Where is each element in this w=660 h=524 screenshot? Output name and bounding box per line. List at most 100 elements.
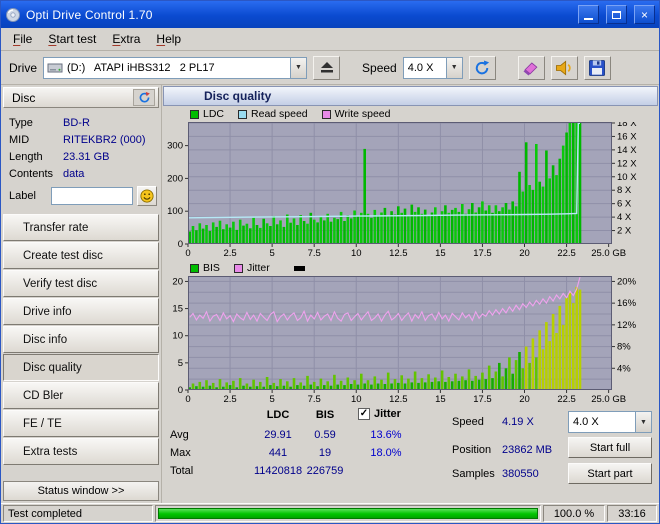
- svg-text:0: 0: [178, 385, 183, 396]
- legend-label: BIS: [203, 262, 220, 274]
- svg-text:25.0 GB: 25.0 GB: [591, 248, 626, 258]
- sidebar-item-disc-quality[interactable]: Disc quality: [3, 354, 159, 381]
- field-label: MID: [9, 133, 30, 146]
- svg-text:12%: 12%: [617, 320, 637, 331]
- content: Disc Type BD-R MID RITEKBR2 (000) Length 23.3…: [1, 85, 659, 503]
- field-value: data: [63, 167, 85, 180]
- maximize-button[interactable]: [606, 5, 627, 24]
- position-label: Position: [452, 444, 492, 456]
- svg-text:12 X: 12 X: [617, 158, 637, 169]
- legend-swatch-icon: [233, 263, 243, 273]
- svg-text:10: 10: [172, 331, 183, 342]
- test-speed-select[interactable]: 4.0 X ▼: [568, 411, 652, 433]
- start-part-button[interactable]: Start part: [568, 463, 652, 484]
- stats-row-label: Max: [170, 447, 191, 459]
- jitter-checkbox[interactable]: ✓ Jitter: [358, 408, 401, 420]
- toolbar: Drive (D:) ATAPI iHBS312 2 PL17 ▼ Speed …: [1, 51, 659, 85]
- chart2-legend: BIS Jitter: [190, 262, 305, 274]
- ldc-speed-chart: 01002003002 X4 X6 X8 X10 X12 X14 X16 X18…: [167, 122, 637, 258]
- position-marker-icon: [293, 265, 305, 271]
- result-speed-label: Speed: [452, 416, 484, 428]
- start-full-button[interactable]: Start full: [568, 437, 652, 458]
- svg-text:4 X: 4 X: [617, 212, 632, 223]
- svg-text:2.5: 2.5: [223, 248, 236, 258]
- samples-value: 380550: [502, 468, 539, 480]
- field-value: RITEKBR2 (000): [63, 133, 146, 146]
- menu-item-file[interactable]: File: [5, 29, 40, 49]
- sidebar-item-drive-info[interactable]: Drive info: [3, 298, 159, 325]
- svg-text:22.5: 22.5: [557, 394, 576, 404]
- smiley-icon: [140, 189, 154, 203]
- svg-text:20: 20: [519, 248, 530, 258]
- disc-label-input[interactable]: [51, 187, 134, 205]
- legend-label: Read speed: [251, 108, 308, 120]
- svg-text:200: 200: [167, 173, 183, 184]
- speed-select[interactable]: 4.0 X ▼: [402, 56, 463, 79]
- svg-text:18 X: 18 X: [617, 122, 637, 129]
- legend-label: Write speed: [334, 108, 391, 120]
- refresh-button[interactable]: [468, 55, 496, 80]
- stats-row-label: Total: [170, 465, 194, 477]
- close-button[interactable]: ×: [634, 5, 655, 24]
- svg-text:5: 5: [269, 394, 274, 404]
- erase-disc-button[interactable]: [517, 55, 545, 80]
- disc-field-length: Length 23.31 GB: [9, 148, 159, 165]
- svg-text:10 X: 10 X: [617, 172, 637, 183]
- svg-text:6 X: 6 X: [617, 199, 632, 210]
- svg-text:22.5: 22.5: [557, 248, 576, 258]
- legend-label: Jitter: [246, 262, 270, 274]
- menu-item-extra[interactable]: Extra: [104, 29, 148, 49]
- sidebar-item-transfer-rate[interactable]: Transfer rate: [3, 214, 159, 241]
- legend-jitter: Jitter: [233, 262, 270, 274]
- page-title: Disc quality: [163, 86, 658, 106]
- floppy-icon: [589, 59, 606, 76]
- refresh-icon: [139, 91, 150, 103]
- stats-jitter-value: 18.0%: [370, 447, 402, 459]
- legend-read-speed: Read speed: [238, 108, 308, 120]
- speaker-icon: [556, 59, 571, 76]
- svg-text:8 X: 8 X: [617, 185, 632, 196]
- status-bar: Test completed 100.0 % 33:16: [1, 503, 659, 523]
- chevron-down-icon: ▼: [445, 57, 462, 78]
- svg-text:16%: 16%: [617, 298, 637, 309]
- stats-row-label: Avg: [170, 429, 189, 441]
- chevron-down-icon: ▼: [290, 57, 307, 78]
- beep-button[interactable]: [550, 55, 578, 80]
- disc-label-edit-button[interactable]: [137, 186, 157, 206]
- eject-button[interactable]: [313, 55, 341, 80]
- disc-group-header: Disc: [3, 87, 159, 108]
- svg-text:15: 15: [435, 394, 446, 404]
- disc-refresh-button[interactable]: [133, 89, 155, 106]
- svg-text:12.5: 12.5: [389, 248, 408, 258]
- field-label: Contents: [9, 167, 54, 180]
- main-panel: Disc quality LDC Read speed Write speed 0 1…: [162, 85, 659, 503]
- legend-ldc: LDC: [190, 108, 224, 120]
- minimize-button[interactable]: [578, 5, 599, 24]
- elapsed-time: 33:16: [607, 505, 657, 522]
- chevron-down-icon: ▼: [635, 412, 651, 432]
- sidebar-item-disc-info[interactable]: Disc info: [3, 326, 159, 353]
- progress-percent: 100.0 %: [543, 505, 605, 522]
- menu-item-start-test[interactable]: Start test: [40, 29, 104, 49]
- drive-select[interactable]: (D:) ATAPI iHBS312 2 PL17 ▼: [43, 56, 308, 79]
- window-title: Opti Drive Control 1.70: [26, 7, 153, 22]
- svg-text:12.5: 12.5: [389, 394, 408, 404]
- sidebar-item-fe-te[interactable]: FE / TE: [3, 410, 159, 437]
- drive-icon: [47, 63, 63, 72]
- svg-text:4%: 4%: [617, 363, 631, 374]
- sidebar: Disc Type BD-R MID RITEKBR2 (000) Length 23.3…: [1, 85, 162, 503]
- disc-info-fields: Type BD-R MID RITEKBR2 (000) Length 23.31 GB C…: [3, 108, 159, 184]
- disc-field-type: Type BD-R: [9, 114, 159, 131]
- sidebar-item-create-test-disc[interactable]: Create test disc: [3, 242, 159, 269]
- status-window-button[interactable]: Status window >>: [3, 481, 159, 501]
- stats-bis-value: 19: [318, 447, 332, 459]
- svg-text:20: 20: [519, 394, 530, 404]
- progress-bar: [158, 508, 538, 519]
- menu-item-help[interactable]: Help: [148, 29, 189, 49]
- sidebar-item-verify-test-disc[interactable]: Verify test disc: [3, 270, 159, 297]
- sidebar-item-cd-bler[interactable]: CD Bler: [3, 382, 159, 409]
- field-value: 23.31 GB: [63, 150, 110, 163]
- save-button[interactable]: [583, 55, 611, 80]
- eraser-icon: [523, 61, 538, 75]
- sidebar-item-extra-tests[interactable]: Extra tests: [3, 438, 159, 465]
